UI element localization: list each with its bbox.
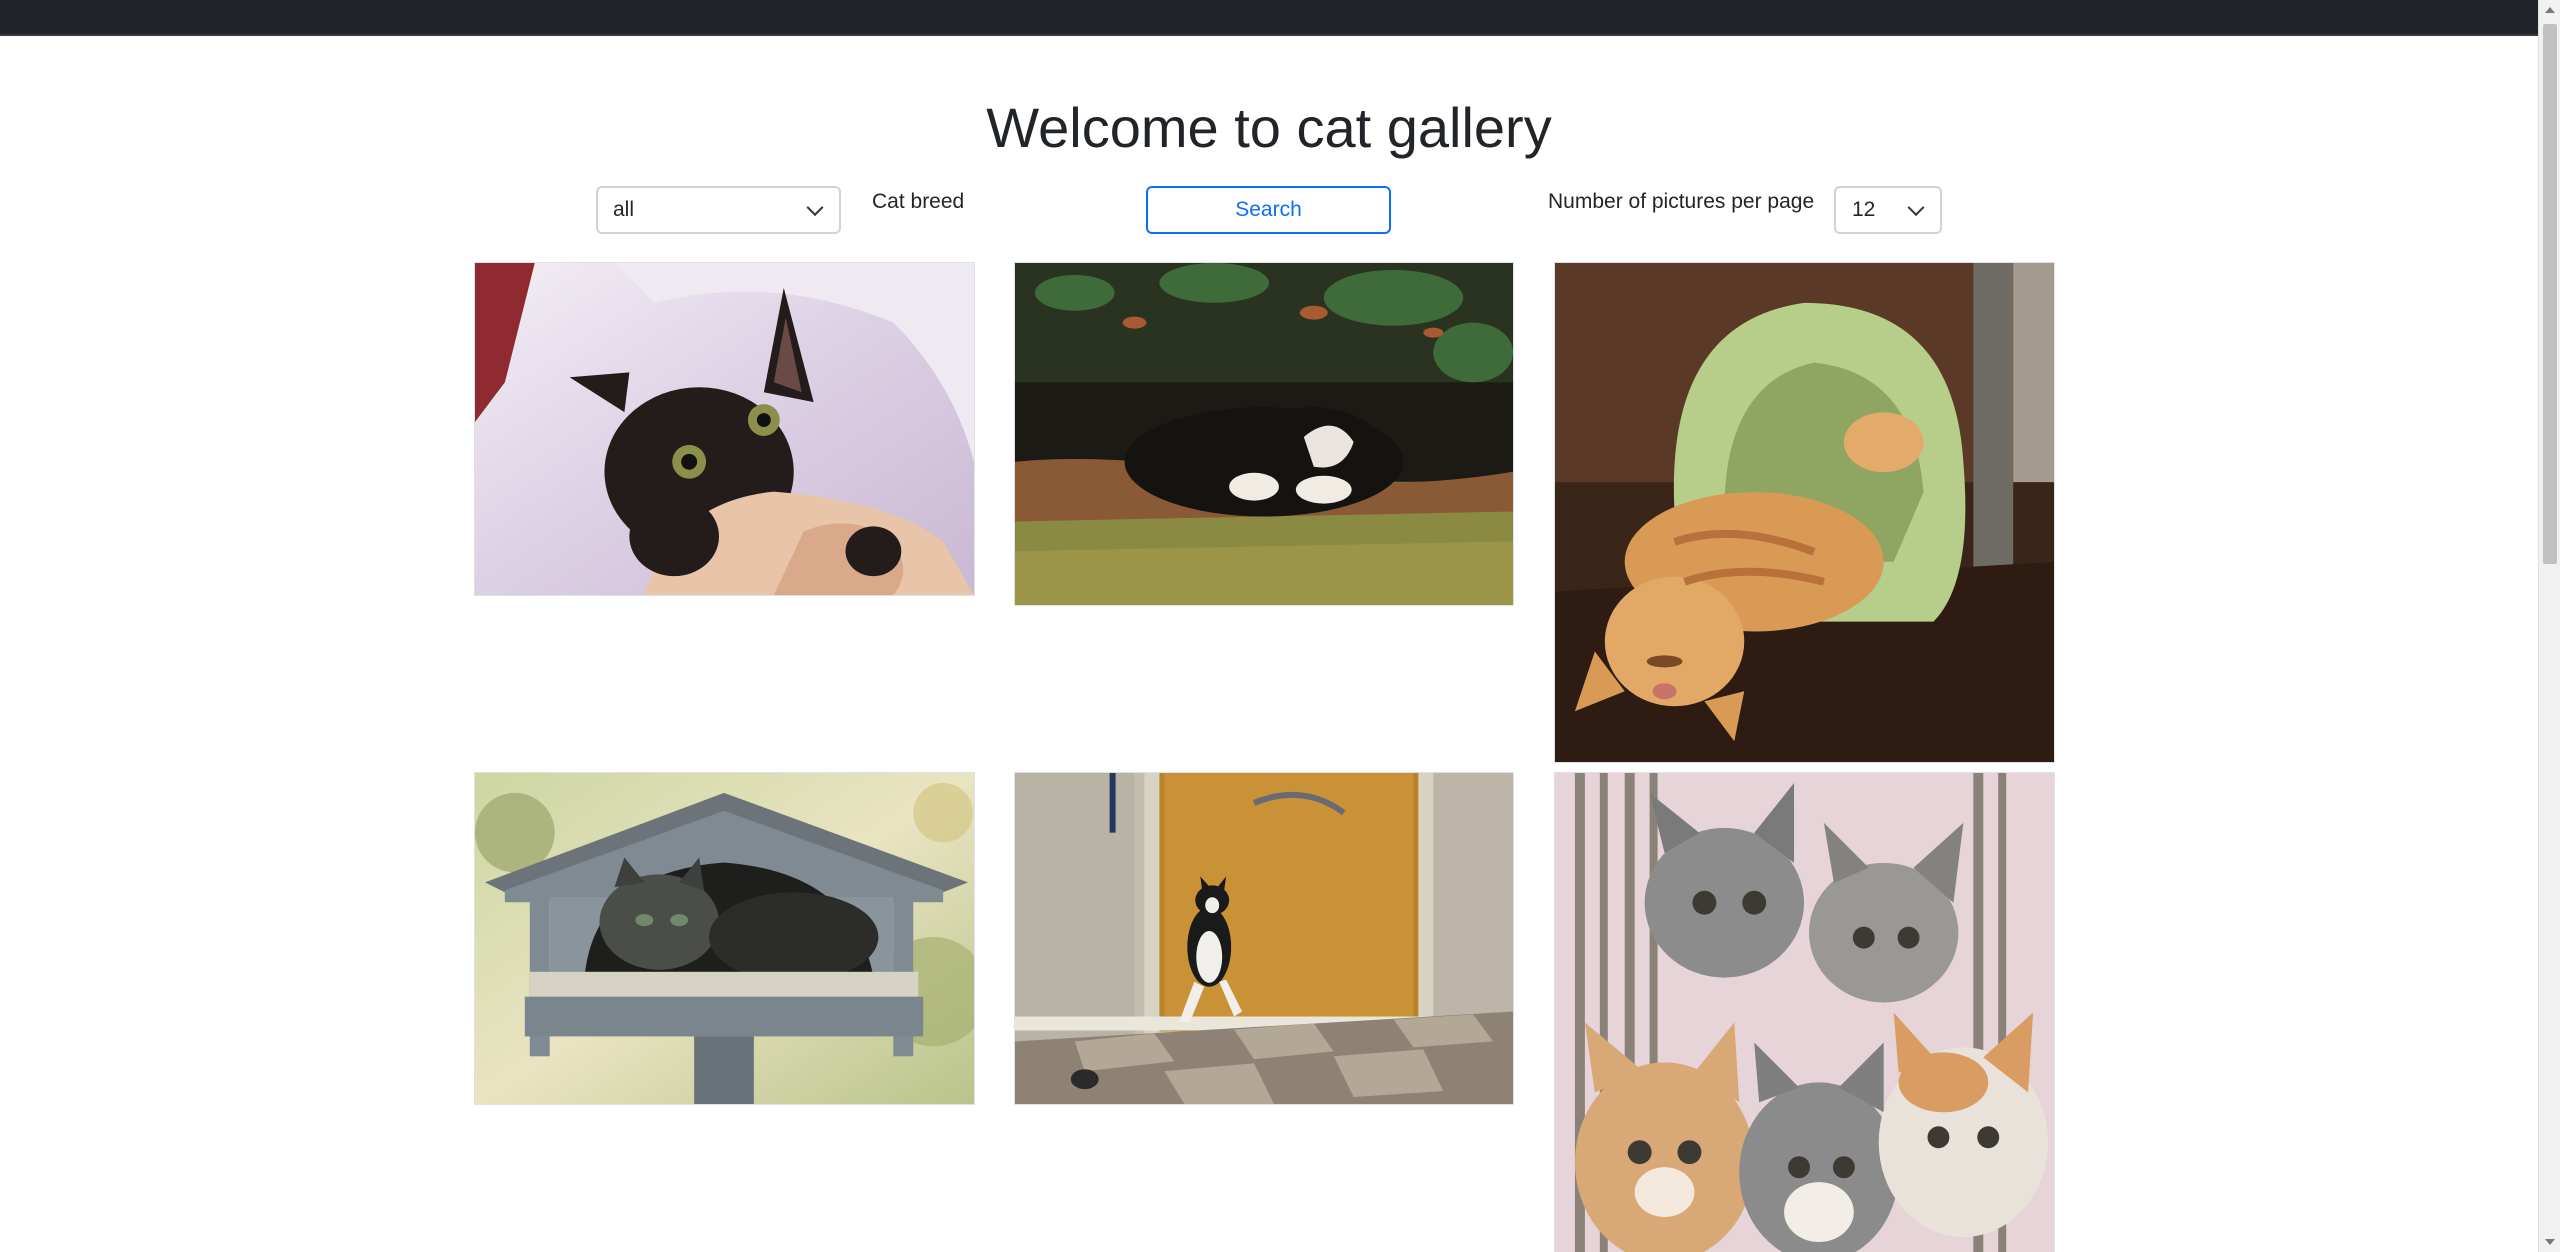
- gallery-image[interactable]: [474, 262, 975, 596]
- scroll-up-arrow-icon[interactable]: [2539, 0, 2560, 20]
- page-title: Welcome to cat gallery: [986, 96, 1552, 159]
- cat-photo: [1015, 773, 1513, 1104]
- cat-photo: [1555, 263, 2054, 762]
- breed-select[interactable]: all: [596, 186, 841, 234]
- cat-photo: [1555, 773, 2054, 1252]
- cat-photo: [475, 773, 974, 1104]
- chevron-down-icon: [806, 199, 824, 217]
- scroll-down-arrow-icon[interactable]: [2539, 1232, 2560, 1252]
- search-button[interactable]: Search: [1146, 186, 1391, 234]
- gallery-image[interactable]: [1554, 772, 2055, 1252]
- cat-photo: [1015, 263, 1513, 605]
- chevron-down-icon: [1907, 199, 1925, 217]
- per-page-select[interactable]: 12: [1834, 186, 1942, 234]
- per-page-label: Number of pictures per page: [1548, 190, 1815, 213]
- per-page-select-value: 12: [1852, 198, 1876, 221]
- breed-label: Cat breed: [872, 190, 965, 213]
- page-scrollbar[interactable]: [2538, 0, 2560, 1252]
- gallery-image[interactable]: [1014, 772, 1514, 1105]
- cat-photo: [475, 263, 974, 595]
- breed-select-value: all: [613, 198, 635, 221]
- gallery-image[interactable]: [1554, 262, 2055, 763]
- scroll-thumb[interactable]: [2543, 24, 2557, 564]
- top-navbar: [0, 0, 2538, 36]
- gallery-image[interactable]: [474, 772, 975, 1105]
- gallery-image[interactable]: [1014, 262, 1514, 606]
